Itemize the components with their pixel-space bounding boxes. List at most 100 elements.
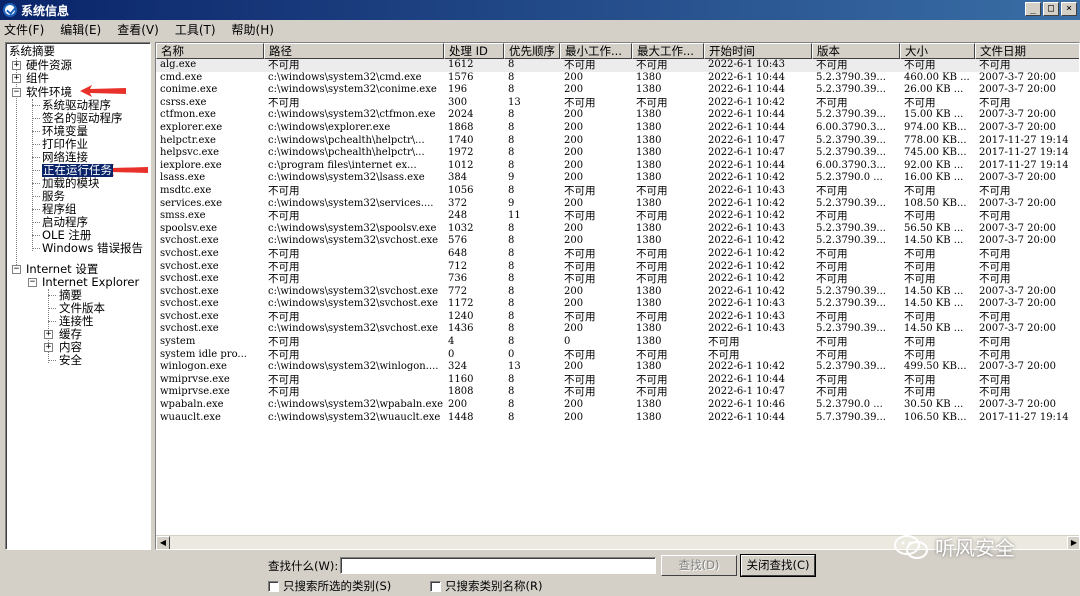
table-cell: 不可用 xyxy=(636,273,668,286)
column-header-7[interactable]: 版本 xyxy=(812,43,900,59)
table-cell: 0 xyxy=(448,348,455,360)
table-row[interactable]: svchost.exe 不可用 648 8 不可用 不可用 2022-6-1 10:42 不可… xyxy=(156,247,1079,261)
table-row[interactable]: spoolsv.exe c:\windows\system32\spoolsv.e… xyxy=(156,222,1079,236)
column-header-8[interactable]: 大小 xyxy=(900,43,975,59)
category-tree[interactable]: 系统摘要 + 硬件资源 + 组件 − 软件环境 系统驱动程序 签名的驱动程序 环境变… xyxy=(5,42,151,550)
table-row[interactable]: wmiprvse.exe 不可用 1160 8 不可用 不可用 2022-6-1 10:44… xyxy=(156,373,1079,387)
table-cell: conime.exe xyxy=(160,84,218,96)
table-cell: 200 xyxy=(564,147,584,159)
table-cell: 2022-6-1 10:44 xyxy=(708,121,785,133)
table-cell: 200 xyxy=(564,109,584,121)
collapse-ie-settings-icon[interactable]: − xyxy=(12,265,21,274)
table-row[interactable]: lsass.exe c:\windows\system32\lsass.exe 38… xyxy=(156,172,1079,185)
table-row[interactable]: helpctr.exe c:\windows\pchealth\helpctr\.… xyxy=(156,134,1079,148)
column-header-0[interactable]: 名称 xyxy=(156,43,264,59)
table-cell: 778.00 KB... xyxy=(904,134,967,146)
close-find-button[interactable]: 关闭查找(C) xyxy=(740,554,816,577)
column-header-2[interactable]: 处理 ID xyxy=(444,43,504,59)
find-button[interactable]: 查找(D) xyxy=(661,555,737,576)
table-row[interactable]: csrss.exe 不可用 300 13 不可用 不可用 2022-6-1 10:42 不可用… xyxy=(156,96,1079,110)
table-cell: 不可用 xyxy=(979,373,1011,386)
collapse-ie-icon[interactable]: − xyxy=(28,278,37,287)
table-row[interactable]: svchost.exe c:\windows\system32\svchost.e… xyxy=(156,235,1079,248)
table-row[interactable]: svchost.exe 不可用 736 8 不可用 不可用 2022-6-1 10:42 不可… xyxy=(156,273,1079,286)
table-row[interactable]: svchost.exe c:\windows\system32\svchost.e… xyxy=(156,286,1079,299)
table-row[interactable]: wpabaln.exe c:\windows\system32\wpabaln.e… xyxy=(156,399,1079,412)
table-row[interactable]: alg.exe 不可用 1612 8 不可用 不可用 2022-6-1 10:43 不可用 不可… xyxy=(156,59,1079,72)
column-header-3[interactable]: 优先顺序 xyxy=(504,43,560,59)
table-row[interactable]: cmd.exe c:\windows\system32\cmd.exe 1576 8 2… xyxy=(156,71,1079,85)
search-names-checkbox[interactable]: 只搜索类别名称(R) xyxy=(430,578,542,594)
table-row[interactable]: system 不可用 4 8 0 1380 不可用 不可用 不可用 不可用 xyxy=(156,336,1079,349)
process-list[interactable]: 名称 路径 处理 ID 优先顺序 最小工作... 最大工作... 开始时间 版本 大小 文件日期 … xyxy=(155,42,1080,550)
scroll-right-icon[interactable]: ▶ xyxy=(1067,536,1079,549)
menu-tools[interactable]: 工具(T) xyxy=(175,21,216,38)
expand-hardware-icon[interactable]: + xyxy=(12,61,21,70)
table-cell: 13 xyxy=(508,361,521,373)
table-cell: 5.2.3790.39... xyxy=(816,109,886,121)
table-cell: 1808 xyxy=(448,386,474,398)
table-row[interactable]: svchost.exe c:\windows\system32\svchost.e… xyxy=(156,323,1079,336)
scroll-left-icon[interactable]: ◀ xyxy=(156,536,170,549)
search-selected-box[interactable] xyxy=(268,580,279,592)
table-cell: 不可用 xyxy=(979,260,1011,273)
table-cell: 不可用 xyxy=(564,273,596,286)
column-header-9[interactable]: 文件日期 xyxy=(975,43,1079,59)
table-cell: 2007-3-7 20:00 xyxy=(979,84,1056,96)
find-input[interactable] xyxy=(340,557,656,574)
table-row[interactable]: svchost.exe 不可用 1240 8 不可用 不可用 2022-6-1 10:43 不… xyxy=(156,310,1079,324)
table-cell: 不可用 xyxy=(636,96,668,109)
table-row[interactable]: ctfmon.exe c:\windows\system32\ctfmon.exe… xyxy=(156,109,1079,122)
table-row[interactable]: iexplore.exe c:\program files\internet ex… xyxy=(156,159,1079,173)
menu-file[interactable]: 文件(F) xyxy=(4,21,44,38)
expand-content-icon[interactable]: + xyxy=(44,343,53,352)
tree-item-ie-security[interactable]: 安全 xyxy=(59,354,82,367)
table-row[interactable]: svchost.exe 不可用 712 8 不可用 不可用 2022-6-1 10:42 不可… xyxy=(156,260,1079,274)
table-row[interactable]: msdtc.exe 不可用 1056 8 不可用 不可用 2022-6-1 10:43 不可用… xyxy=(156,185,1079,198)
table-row[interactable]: conime.exe c:\windows\system32\conime.exe… xyxy=(156,84,1079,97)
table-row[interactable]: services.exe c:\windows\system32\services… xyxy=(156,197,1079,211)
search-selected-checkbox[interactable]: 只搜索所选的类别(S) xyxy=(268,578,391,594)
table-cell: wpabaln.exe xyxy=(160,399,224,411)
table-row[interactable]: winlogon.exe c:\windows\system32\winlogon… xyxy=(156,361,1079,374)
table-row[interactable]: smss.exe 不可用 248 11 不可用 不可用 2022-6-1 10:42 不可用 不… xyxy=(156,210,1079,223)
table-cell: 2022-6-1 10:43 xyxy=(708,310,785,322)
menu-edit[interactable]: 编辑(E) xyxy=(60,21,101,38)
menu-help[interactable]: 帮助(H) xyxy=(232,21,274,38)
table-cell: 196 xyxy=(448,84,468,96)
column-header-1[interactable]: 路径 xyxy=(264,43,444,59)
table-cell: 6.00.3790.3... xyxy=(816,159,886,171)
expand-components-icon[interactable]: + xyxy=(12,74,21,83)
maximize-button[interactable]: □ xyxy=(1043,2,1059,16)
table-cell: 2022-6-1 10:42 xyxy=(708,96,785,108)
column-header-4[interactable]: 最小工作... xyxy=(560,43,632,59)
table-row[interactable]: svchost.exe c:\windows\system32\svchost.e… xyxy=(156,298,1079,311)
expand-cache-icon[interactable]: + xyxy=(44,330,53,339)
table-cell: 2022-6-1 10:44 xyxy=(708,71,785,83)
table-cell: c:\windows\system32\svchost.exe xyxy=(268,235,439,247)
minimize-button[interactable]: _ xyxy=(1025,2,1041,16)
table-cell: 1380 xyxy=(636,134,662,146)
column-header-6[interactable]: 开始时间 xyxy=(704,43,812,59)
table-row[interactable]: wuauclt.exe c:\windows\system32\wuauclt.e… xyxy=(156,412,1079,425)
table-cell: svchost.exe xyxy=(160,247,219,259)
column-header-5[interactable]: 最大工作... xyxy=(632,43,704,59)
table-cell: 8 xyxy=(508,59,515,70)
table-cell: 384 xyxy=(448,172,468,184)
table-cell: c:\windows\system32\services.... xyxy=(268,197,434,209)
tree-item-internet-explorer[interactable]: Internet Explorer xyxy=(42,276,139,289)
menu-view[interactable]: 查看(V) xyxy=(117,21,159,38)
table-row[interactable]: explorer.exe c:\windows\explorer.exe 1868 8… xyxy=(156,121,1079,135)
tree-item-software-11[interactable]: Windows 错误报告 xyxy=(42,242,143,255)
table-row[interactable]: wmiprvse.exe 不可用 1808 8 不可用 不可用 2022-6-1 10:47… xyxy=(156,386,1079,399)
table-row[interactable]: helpsvc.exe c:\windows\pchealth\helpctr\.… xyxy=(156,147,1079,160)
collapse-software-icon[interactable]: − xyxy=(12,88,21,97)
search-names-box[interactable] xyxy=(430,580,441,592)
table-row[interactable]: system idle pro... 不可用 0 0 不可用 不可用 不可用 不可用 不可用 不可… xyxy=(156,348,1079,362)
table-cell: 1380 xyxy=(636,222,662,234)
red-arrow-icon xyxy=(80,85,126,97)
tree-item-system-summary[interactable]: 系统摘要 xyxy=(9,45,55,58)
close-button[interactable]: × xyxy=(1061,2,1077,16)
table-cell: 2007-3-7 20:00 xyxy=(979,399,1056,411)
tree-item-components[interactable]: 组件 xyxy=(26,72,49,85)
